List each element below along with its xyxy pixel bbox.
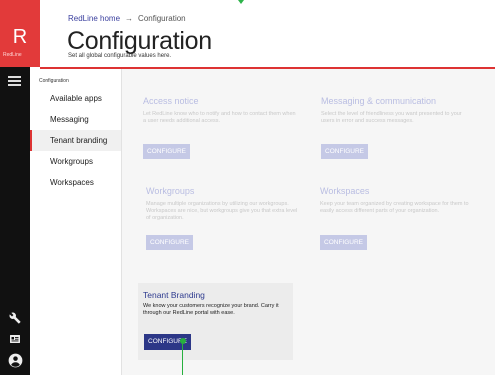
card-description: Select the level of friendliness you wan…: [321, 111, 462, 124]
user-account-icon[interactable]: [7, 352, 23, 368]
logo-name: RedLine: [3, 52, 22, 58]
workgroups-card: Workgroups Manage multiple organizations…: [146, 186, 300, 222]
nav-item-tenant-branding[interactable]: Tenant branding: [30, 130, 121, 151]
wrench-icon[interactable]: [7, 310, 23, 326]
nav-item-messaging[interactable]: Messaging: [30, 109, 121, 130]
nav-item-available-apps[interactable]: Available apps: [30, 88, 121, 109]
logo-letter: R: [12, 26, 28, 48]
messaging-card: Messaging & communication Select the lev…: [321, 96, 475, 125]
card-description: Manage multiple organizations by utilizi…: [146, 201, 298, 221]
messaging-configure-button[interactable]: CONFIGURE: [321, 144, 368, 159]
card-title: Workgroups: [146, 186, 195, 196]
workgroups-configure-button[interactable]: CONFIGURE: [146, 235, 193, 250]
card-description: Keep your team organized by creating wor…: [320, 201, 469, 214]
top-caret-icon: [238, 0, 244, 4]
cursor-dot-icon: [180, 338, 186, 344]
workspaces-configure-button[interactable]: CONFIGURE: [320, 235, 367, 250]
breadcrumb: RedLine home → Configuration: [68, 14, 186, 23]
hamburger-menu-icon[interactable]: [8, 76, 21, 86]
access-notice-configure-button[interactable]: CONFIGURE: [143, 144, 190, 159]
card-title: Tenant Branding: [143, 290, 205, 300]
card-title: Access notice: [143, 96, 199, 106]
nav-heading: Configuration: [39, 78, 69, 84]
config-panel: Access notice Let RedLine know who to no…: [121, 69, 495, 375]
page-header: RedLine home → Configuration Configurati…: [40, 0, 495, 67]
tenant-branding-card: Tenant Branding We know your customers r…: [138, 283, 293, 360]
settings-nav: Configuration Available apps Messaging T…: [30, 69, 121, 375]
page-subtitle: Set all global configurable values here.: [68, 53, 172, 59]
card-description: We know your customers recognize your br…: [143, 303, 279, 316]
redline-logo[interactable]: R RedLine: [0, 0, 40, 67]
card-title: Messaging & communication: [321, 96, 437, 106]
app-window: R RedLine RedLine home → Configuration C…: [0, 0, 495, 375]
workspaces-card: Workspaces Keep your team organized by c…: [320, 186, 474, 215]
breadcrumb-current: Configuration: [138, 14, 186, 23]
access-notice-card: Access notice Let RedLine know who to no…: [143, 96, 297, 125]
id-card-icon[interactable]: [7, 331, 23, 347]
breadcrumb-home-link[interactable]: RedLine home: [68, 14, 120, 23]
nav-item-workgroups[interactable]: Workgroups: [30, 151, 121, 172]
card-title: Workspaces: [320, 186, 370, 196]
cursor-trail-line: [182, 344, 183, 375]
page-title: Configuration: [67, 27, 212, 55]
nav-item-workspaces[interactable]: Workspaces: [30, 172, 121, 193]
breadcrumb-arrow-icon: →: [125, 14, 134, 23]
card-description: Let RedLine know who to notify and how t…: [143, 111, 296, 124]
